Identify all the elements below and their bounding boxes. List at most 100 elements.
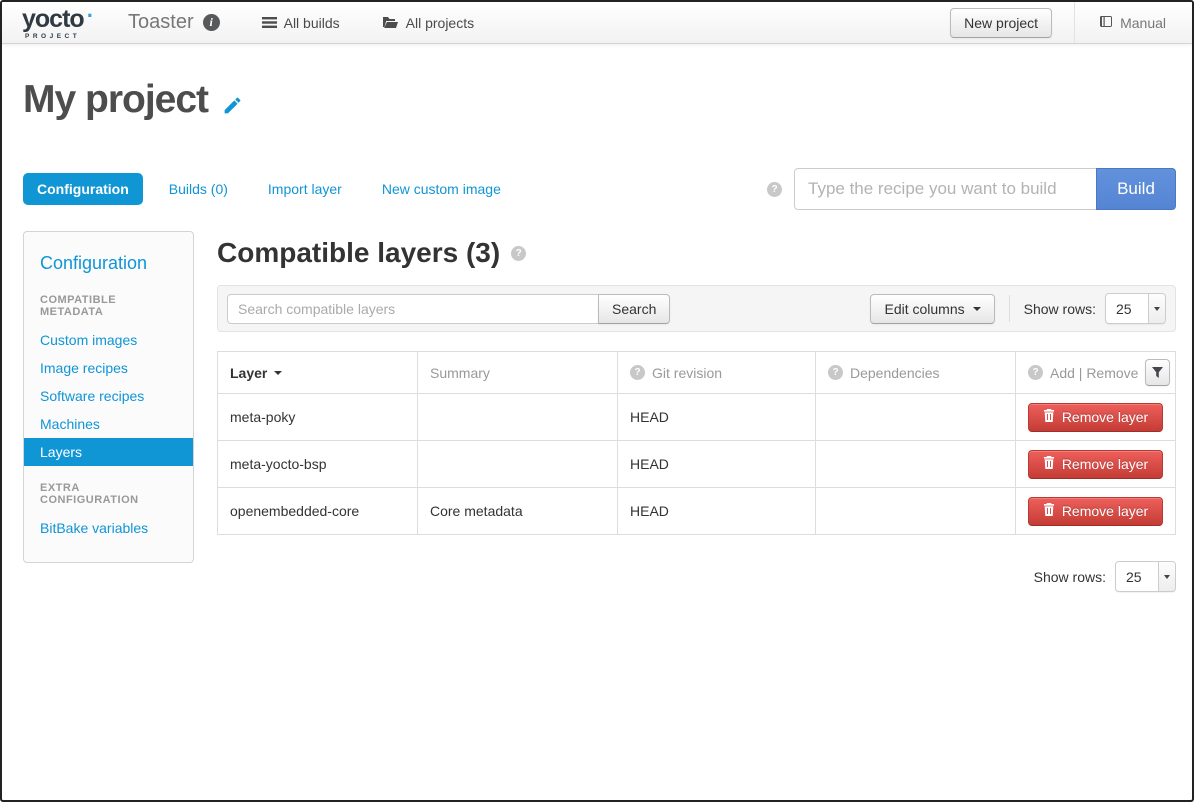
remove-layer-button[interactable]: Remove layer bbox=[1028, 403, 1163, 432]
dependencies-cell bbox=[816, 441, 1016, 488]
search-input[interactable] bbox=[227, 294, 599, 324]
sidebar-heading-compatible-metadata: COMPATIBLE METADATA bbox=[24, 294, 193, 318]
compatible-layers-help-question-icon[interactable] bbox=[511, 246, 526, 261]
dependencies-label: Dependencies bbox=[850, 365, 940, 381]
build-group: Build bbox=[767, 168, 1176, 210]
column-header-dependencies: Dependencies bbox=[816, 352, 1016, 394]
layer-sort-label[interactable]: Layer bbox=[230, 365, 267, 381]
app-title: Toaster bbox=[128, 11, 194, 34]
info-icon[interactable] bbox=[203, 14, 220, 31]
action-cell: Remove layer bbox=[1016, 394, 1176, 441]
column-header-add-remove: Add | Remove bbox=[1016, 352, 1176, 394]
tab-builds[interactable]: Builds (0) bbox=[155, 173, 242, 205]
show-rows-value: 25 bbox=[1106, 294, 1148, 323]
dependencies-help-question-icon[interactable] bbox=[828, 365, 843, 380]
build-button[interactable]: Build bbox=[1096, 168, 1176, 210]
table-row: meta-yocto-bsp HEAD Remove layer bbox=[218, 441, 1176, 488]
git-revision-label: Git revision bbox=[652, 365, 722, 381]
edit-columns-button[interactable]: Edit columns bbox=[870, 294, 994, 324]
table-header-row: Layer Summary Git revision Dependencies bbox=[218, 352, 1176, 394]
add-remove-help-question-icon[interactable] bbox=[1028, 365, 1043, 380]
select-arrow-icon bbox=[1148, 294, 1165, 323]
sidebar-item-layers[interactable]: Layers bbox=[24, 438, 193, 466]
navbar-divider bbox=[1074, 2, 1075, 43]
layer-name-cell: meta-yocto-bsp bbox=[218, 441, 418, 488]
manual-label: Manual bbox=[1120, 15, 1166, 31]
toolbar-divider bbox=[1009, 295, 1010, 322]
build-recipe-input[interactable] bbox=[794, 168, 1096, 210]
column-header-git-revision: Git revision bbox=[618, 352, 816, 394]
main-content: Compatible layers (3) Search Edit column… bbox=[217, 231, 1176, 592]
logo-dot: · bbox=[87, 7, 94, 25]
logo-brand-text: yocto bbox=[22, 7, 84, 32]
remove-layer-button[interactable]: Remove layer bbox=[1028, 497, 1163, 526]
show-rows-select[interactable]: 25 bbox=[1105, 293, 1166, 324]
list-icon bbox=[262, 16, 277, 29]
select-arrow-icon bbox=[1158, 562, 1175, 591]
sidebar-item-software-recipes[interactable]: Software recipes bbox=[24, 382, 193, 410]
tab-configuration[interactable]: Configuration bbox=[23, 173, 143, 205]
folder-open-icon bbox=[382, 16, 399, 29]
tab-import-layer[interactable]: Import layer bbox=[254, 173, 356, 205]
remove-layer-button[interactable]: Remove layer bbox=[1028, 450, 1163, 479]
edit-columns-label: Edit columns bbox=[884, 301, 964, 317]
layer-name-cell: meta-poky bbox=[218, 394, 418, 441]
layer-name-cell: openembedded-core bbox=[218, 488, 418, 535]
page-header: My project bbox=[23, 78, 1172, 122]
add-remove-label: Add | Remove bbox=[1050, 365, 1138, 381]
remove-layer-label: Remove layer bbox=[1062, 503, 1148, 519]
tab-new-custom-image[interactable]: New custom image bbox=[368, 173, 515, 205]
summary-cell bbox=[418, 441, 618, 488]
all-projects-link[interactable]: All projects bbox=[382, 15, 474, 31]
show-rows-select-bottom[interactable]: 25 bbox=[1115, 561, 1176, 592]
compatible-layers-table: Layer Summary Git revision Dependencies bbox=[217, 351, 1176, 535]
summary-label: Summary bbox=[430, 365, 490, 381]
caret-down-icon bbox=[973, 307, 981, 311]
search-button[interactable]: Search bbox=[598, 294, 670, 324]
sidebar-item-machines[interactable]: Machines bbox=[24, 410, 193, 438]
book-icon bbox=[1099, 15, 1113, 31]
project-tabs-row: Configuration Builds (0) Import layer Ne… bbox=[23, 168, 1176, 210]
sidebar-item-configuration[interactable]: Configuration bbox=[24, 253, 193, 274]
page-title: My project bbox=[23, 78, 208, 122]
table-toolbar: Search Edit columns Show rows: 25 bbox=[217, 285, 1176, 332]
table-row: meta-poky HEAD Remove layer bbox=[218, 394, 1176, 441]
compatible-layers-heading: Compatible layers (3) bbox=[217, 237, 500, 269]
action-cell: Remove layer bbox=[1016, 441, 1176, 488]
build-help-question-icon[interactable] bbox=[767, 182, 782, 197]
yocto-logo[interactable]: yocto · PROJECT bbox=[22, 7, 94, 41]
action-cell: Remove layer bbox=[1016, 488, 1176, 535]
sidebar-item-custom-images[interactable]: Custom images bbox=[24, 326, 193, 354]
all-builds-label: All builds bbox=[284, 15, 340, 31]
remove-layer-label: Remove layer bbox=[1062, 456, 1148, 472]
show-rows-value: 25 bbox=[1116, 562, 1158, 591]
manual-link[interactable]: Manual bbox=[1099, 15, 1166, 31]
all-builds-link[interactable]: All builds bbox=[262, 15, 340, 31]
summary-cell: Core metadata bbox=[418, 488, 618, 535]
column-header-layer[interactable]: Layer bbox=[218, 352, 418, 394]
git-revision-cell: HEAD bbox=[618, 488, 816, 535]
new-project-button[interactable]: New project bbox=[950, 8, 1052, 38]
logo-sub-text: PROJECT bbox=[22, 34, 94, 41]
trash-icon bbox=[1043, 409, 1055, 425]
sidebar-item-image-recipes[interactable]: Image recipes bbox=[24, 354, 193, 382]
app-window: yocto · PROJECT Toaster All builds All p… bbox=[0, 0, 1194, 802]
dependencies-cell bbox=[816, 394, 1016, 441]
filter-button[interactable] bbox=[1145, 359, 1170, 386]
dependencies-cell bbox=[816, 488, 1016, 535]
show-rows-label: Show rows: bbox=[1034, 569, 1106, 585]
git-revision-cell: HEAD bbox=[618, 441, 816, 488]
git-revision-help-question-icon[interactable] bbox=[630, 365, 645, 380]
table-row: openembedded-core Core metadata HEAD Rem… bbox=[218, 488, 1176, 535]
trash-icon bbox=[1043, 503, 1055, 519]
all-projects-label: All projects bbox=[406, 15, 474, 31]
git-revision-cell: HEAD bbox=[618, 394, 816, 441]
footer-pagination: Show rows: 25 bbox=[217, 561, 1176, 592]
sidebar-item-bitbake-variables[interactable]: BitBake variables bbox=[24, 514, 193, 542]
edit-project-name-pencil-icon[interactable] bbox=[222, 95, 243, 116]
sort-caret-down-icon bbox=[274, 371, 282, 375]
trash-icon bbox=[1043, 456, 1055, 472]
show-rows-label: Show rows: bbox=[1024, 301, 1096, 317]
column-header-summary: Summary bbox=[418, 352, 618, 394]
remove-layer-label: Remove layer bbox=[1062, 409, 1148, 425]
